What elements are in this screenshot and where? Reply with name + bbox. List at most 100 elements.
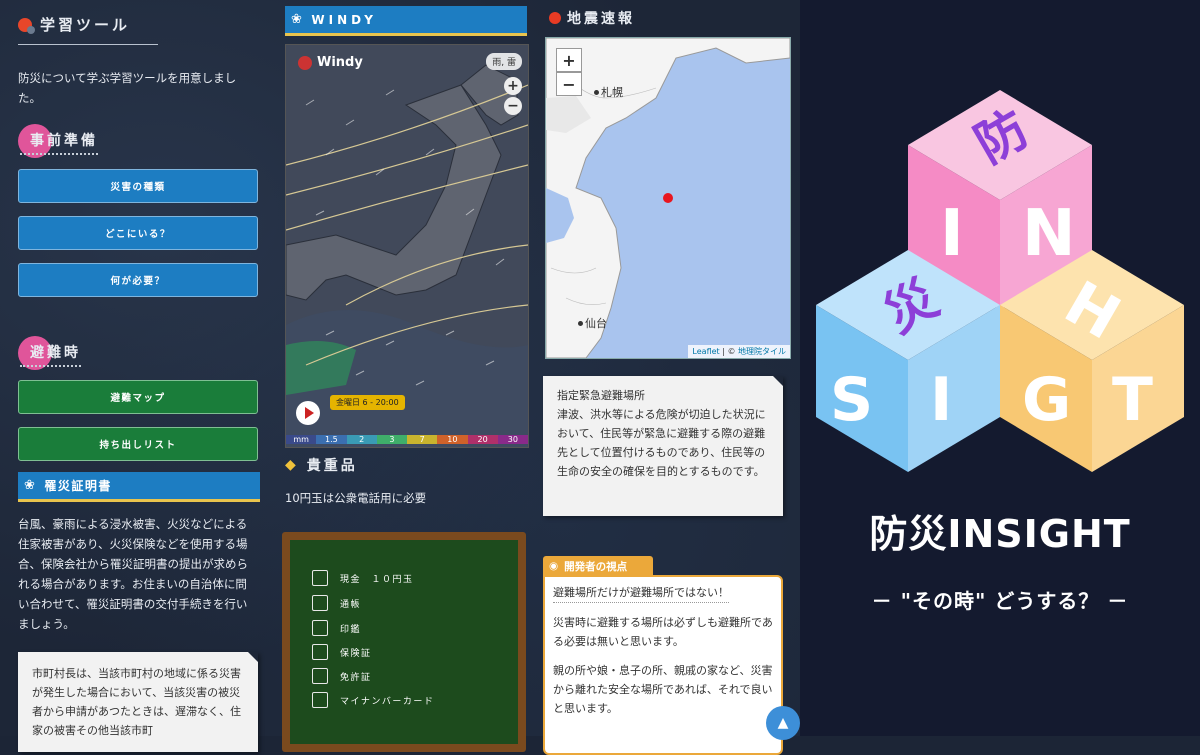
brand-subtitle: － "その時" どうする？ － — [871, 589, 1129, 613]
logo-char: S — [830, 365, 873, 435]
windy-zoom-out-button[interactable]: − — [504, 97, 522, 115]
windy-scale-label: 1.5 — [316, 434, 347, 444]
cert-title: 罹災証明書 — [44, 479, 112, 493]
fold-corner — [248, 652, 258, 662]
leaflet-link[interactable]: Leaflet — [692, 347, 719, 356]
windy-zoom-in-button[interactable]: + — [504, 77, 522, 95]
disaster-types-button[interactable]: 災害の種類 — [18, 169, 258, 203]
developer-line3: 親の所や娘・息子の所、親戚の家など、災害から離れた安全な場所であれば、それで良い… — [553, 664, 773, 715]
earthquake-title: 地震速報 — [549, 8, 635, 28]
law-note: 市町村長は、当該市町村の地域に係る災害が発生した場合において、当該災害の被災者か… — [18, 652, 258, 752]
windy-scale-bar: mm 1.5 2 3 7 10 20 30 — [286, 431, 528, 447]
city-label-sendai: 仙台 — [578, 315, 607, 331]
checklist-item[interactable]: 免許証 — [312, 668, 372, 684]
windy-scale-label: 30 — [497, 434, 528, 444]
checklist-board: 現金 １０円玉 通帳 印鑑 保険証 免許証 マイナンバーカード — [282, 532, 526, 752]
valuables-title: ◆ 貴重品 — [285, 455, 358, 475]
checkbox[interactable] — [312, 692, 328, 708]
logo-char: I — [930, 365, 952, 435]
developer-tag: ◉ 開発者の視点 — [543, 556, 653, 576]
city-dot-icon — [578, 320, 583, 326]
red-dot-icon — [549, 12, 561, 24]
developer-box: 避難場所だけが避難場所ではない！ 災害時に避難する場所は必ずしも避難所である必要… — [543, 575, 783, 755]
learning-intro: 防災について学ぶ学習ツールを用意しました。 — [18, 71, 237, 105]
developer-line1: 避難場所だけが避難場所ではない！ — [553, 583, 729, 603]
brand-title: 防災INSIGHT — [869, 512, 1131, 556]
checklist-label: 現金 １０円玉 — [340, 574, 414, 585]
learning-tools-title: 学習ツール — [18, 14, 130, 35]
developer-tag-text: 開発者の視点 — [564, 560, 628, 573]
attribution-separator: | © — [719, 347, 738, 356]
developer-line2: 災害時に避難する場所は必ずしも避難所である必要は無いと思います。 — [553, 616, 773, 648]
windy-scale-label: 10 — [437, 434, 468, 444]
eye-icon: ◉ — [549, 560, 559, 572]
play-button[interactable] — [296, 401, 320, 425]
evac-map-button[interactable]: 避難マップ — [18, 380, 258, 414]
paws-icon: ❀ — [24, 478, 37, 493]
windy-map-graphic — [286, 45, 528, 447]
earthquake-map-graphic — [546, 38, 790, 358]
windy-layer-selector[interactable]: 雨, 雷 — [486, 53, 522, 70]
map-attribution: Leaflet | © 地理院タイル — [688, 345, 790, 358]
checkbox[interactable] — [312, 620, 328, 636]
gsi-tile-link[interactable]: 地理院タイル — [738, 347, 786, 356]
city-dot-icon — [594, 89, 599, 95]
checklist-item[interactable]: 印鑑 — [312, 620, 361, 636]
checklist-item[interactable]: 現金 １０円玉 — [312, 570, 414, 586]
city-label-sapporo: 札幌 — [594, 84, 623, 100]
earthquake-title-text: 地震速報 — [567, 11, 635, 27]
diamond-icon: ◆ — [285, 457, 299, 473]
logo-char: G — [1022, 365, 1071, 435]
evac-heading: 避難時 — [18, 336, 81, 370]
logo-char: I — [940, 197, 964, 271]
checklist-item[interactable]: 通帳 — [312, 595, 361, 611]
checkbox[interactable] — [312, 668, 328, 684]
checklist-item[interactable]: マイナンバーカード — [312, 692, 434, 708]
map-zoom-out-button[interactable]: − — [556, 72, 582, 96]
scroll-top-button[interactable]: ▲ — [766, 706, 800, 740]
windy-bar: ❀ WINDY — [285, 6, 527, 36]
valuables-title-text: 貴重品 — [306, 458, 358, 474]
map-zoom-in-button[interactable]: + — [556, 48, 582, 72]
windy-scale-label: 7 — [407, 434, 438, 444]
windy-time-label: 金曜日 6 - 20:00 — [330, 395, 405, 410]
logo-char: T — [1112, 365, 1153, 435]
evac-heading-text: 避難時 — [20, 342, 81, 367]
checklist-label: 免許証 — [340, 672, 372, 683]
law-note-text: 市町村長は、当該市町村の地域に係る災害が発生した場合において、当該災害の被災者か… — [32, 667, 241, 737]
checkbox[interactable] — [312, 570, 328, 586]
windy-logo-text: Windy — [317, 55, 363, 70]
paws-icon: ❀ — [291, 12, 304, 27]
checklist-label: 通帳 — [340, 599, 362, 610]
what-needed-button[interactable]: 何が必要？ — [18, 263, 258, 297]
ball-icon — [18, 17, 35, 34]
logo-char: N — [1022, 197, 1076, 271]
windy-scale-label: mm — [286, 434, 317, 444]
earthquake-map[interactable]: + − 札幌 仙台 Leaflet | © 地理院タイル — [545, 37, 791, 359]
checkbox[interactable] — [312, 644, 328, 660]
windy-scale-label: 2 — [346, 434, 377, 444]
valuables-text: 10円玉は公衆電話用に必要 — [285, 491, 427, 505]
carry-list-button[interactable]: 持ち出しリスト — [18, 427, 258, 461]
windy-logo-icon — [298, 55, 312, 70]
prep-heading-text: 事前準備 — [20, 130, 98, 155]
windy-logo[interactable]: Windy — [298, 55, 363, 70]
insight-logo: 防 I N 災 H S I G T — [816, 90, 1184, 472]
windy-title: WINDY — [311, 12, 377, 27]
checklist-item[interactable]: 保険証 — [312, 644, 372, 660]
checklist-label: 印鑑 — [340, 624, 362, 635]
divider — [18, 44, 158, 45]
windy-scale-label: 20 — [467, 434, 498, 444]
cert-text: 台風、豪雨による浸水被害、火災などによる住家被害があり、火災保険などを使用する場… — [18, 517, 248, 631]
learning-tools-title-text: 学習ツール — [40, 16, 131, 34]
checklist-label: マイナンバーカード — [340, 696, 435, 707]
windy-scale-label: 3 — [376, 434, 407, 444]
checkbox[interactable] — [312, 595, 328, 611]
prep-heading: 事前準備 — [18, 124, 98, 158]
checklist-label: 保険証 — [340, 648, 372, 659]
shelter-note-text: 指定緊急避難場所 津波、洪水等による危険が切迫した状況において、住民等が緊急に避… — [557, 389, 766, 478]
windy-map[interactable]: Windy 雨, 雷 + − 金曜日 6 - 20:00 mm 1.5 2 3 7 10 2… — [285, 44, 529, 448]
cert-bar: ❀ 罹災証明書 — [18, 472, 260, 502]
where-are-you-button[interactable]: どこにいる？ — [18, 216, 258, 250]
fold-corner — [773, 376, 783, 386]
